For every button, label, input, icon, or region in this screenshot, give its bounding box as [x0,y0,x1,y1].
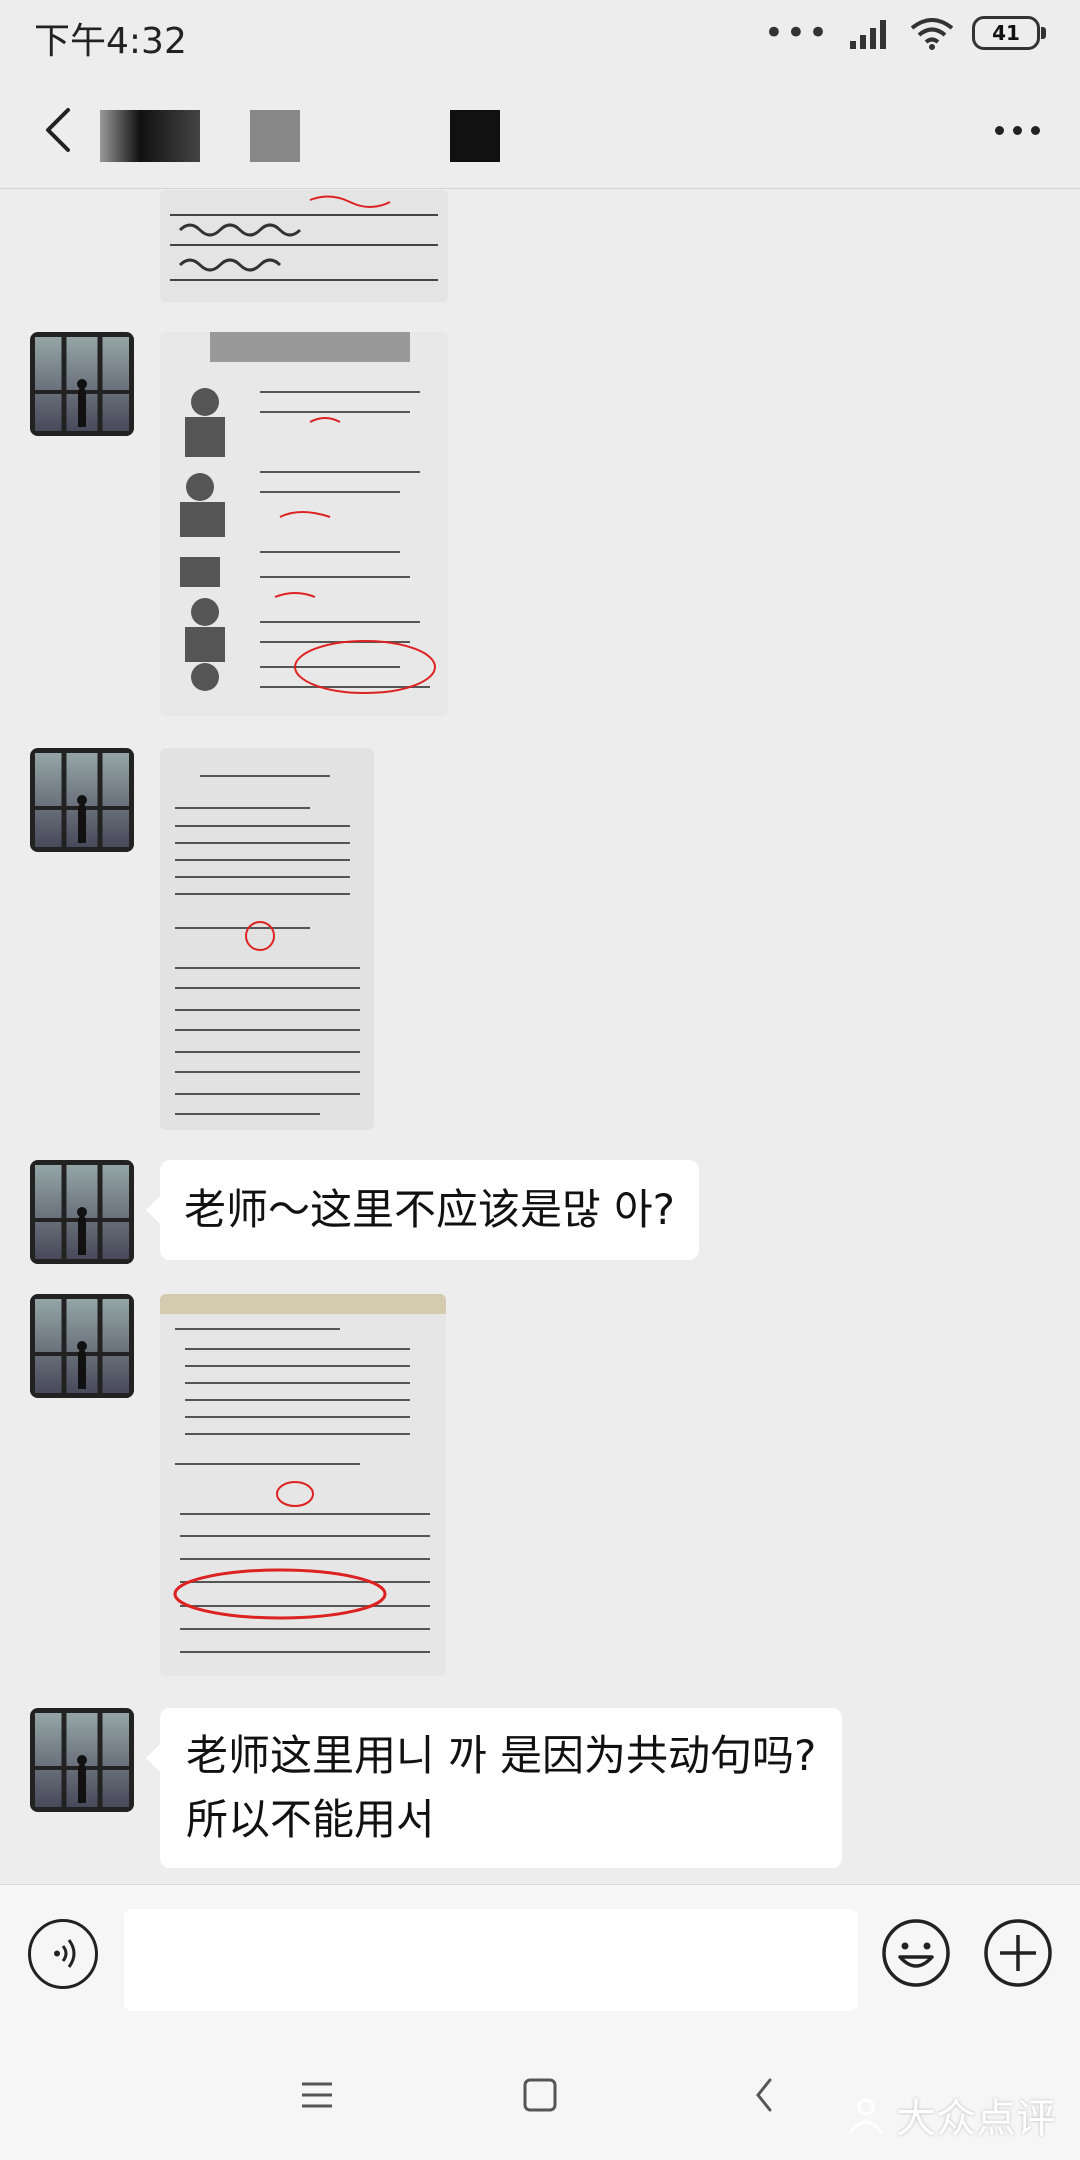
wifi-icon [910,18,954,50]
battery-indicator: 41 [972,16,1046,50]
message-image[interactable] [160,748,374,1130]
voice-icon [54,1939,76,1968]
redaction-block [250,110,300,162]
message-input[interactable] [124,1909,858,2011]
message-text-line: 所以不能用서 [186,1795,435,1844]
message-text-line: 老师这里用니 까 是因为共动句吗? [186,1731,817,1780]
message-bubble[interactable]: 老师这里用니 까 是因为共动句吗? 所以不能用서 [145,1708,843,1868]
message-image[interactable] [160,190,448,302]
watermark: 大众点评 [844,2086,1056,2144]
chat-header [0,70,1080,189]
status-icons: ••• 41 [763,13,1046,53]
watermark-text: 大众点评 [896,2096,1056,2142]
avatar[interactable] [30,332,134,436]
worksheet-image [160,748,374,1130]
worksheet-image [160,1294,446,1676]
avatar-image [30,1160,134,1264]
redaction-block [100,110,200,162]
worksheet-image [160,332,448,716]
status-bar: 下午4:32 ••• 41 [0,0,1080,70]
more-dot [1030,125,1040,135]
message-image[interactable] [160,1294,446,1676]
home-square-icon[interactable] [515,2070,565,2120]
system-nav-bar: 大众点评 [0,2030,1080,2160]
input-bar [0,1884,1080,2031]
plus-icon[interactable] [982,1917,1054,1989]
message-bubble[interactable]: 老师～这里不应该是많 아? [146,1160,699,1260]
avatar[interactable] [30,1708,134,1812]
avatar-image [30,1294,134,1398]
menu-icon[interactable] [292,2070,342,2120]
avatar[interactable] [30,1294,134,1398]
watermark-logo-icon [848,2098,884,2134]
voice-input-button[interactable] [28,1919,98,1989]
battery-level: 41 [992,21,1020,45]
worksheet-image [160,190,448,302]
emoji-icon[interactable] [880,1917,952,1989]
notification-dots-icon: ••• [763,13,830,53]
nav-back-icon[interactable] [740,2070,790,2120]
more-dot [1012,125,1022,135]
avatar-image [30,332,134,436]
message-image[interactable] [160,332,448,716]
avatar[interactable] [30,748,134,852]
avatar-image [30,748,134,852]
back-arrow-icon[interactable] [30,100,90,160]
message-text: 老师～这里不应该是많 아? [184,1185,675,1234]
signal-icon [850,20,886,49]
avatar[interactable] [30,1160,134,1264]
more-options-button[interactable] [982,100,1052,160]
more-dots-icon [994,125,1004,135]
status-time: 下午4:32 [34,21,187,62]
redaction-block [450,110,500,162]
avatar-image [30,1708,134,1812]
